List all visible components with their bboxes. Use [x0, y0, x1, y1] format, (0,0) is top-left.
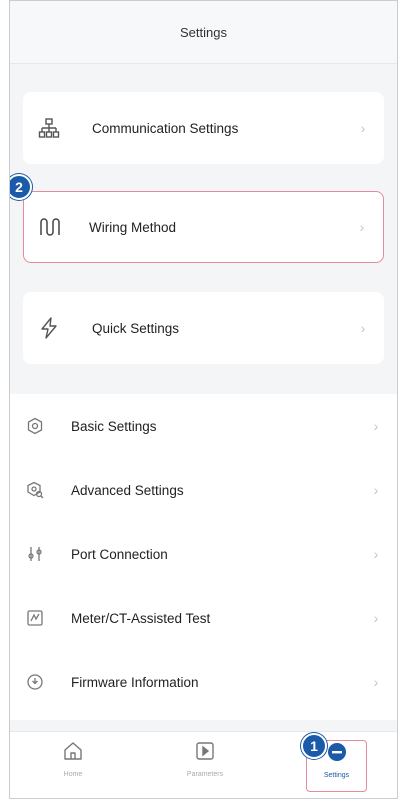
firmware-icon [22, 673, 48, 691]
top-bar: Settings [10, 1, 397, 64]
communication-settings-label: Communication Settings [92, 120, 239, 136]
firmware-information-item[interactable]: Firmware Information › [10, 650, 397, 714]
meter-ct-assisted-test-item[interactable]: Meter/CT-Assisted Test › [10, 586, 397, 650]
tab-parameters-label: Parameters [186, 771, 224, 778]
chevron-right-icon: › [359, 219, 365, 235]
wiring-icon [39, 216, 79, 238]
quick-settings-label: Quick Settings [92, 320, 180, 336]
advanced-settings-icon [22, 481, 48, 499]
wiring-method-label: Wiring Method [89, 219, 177, 235]
communication-settings-item[interactable]: Communication Settings › [23, 92, 384, 164]
tab-parameters[interactable]: Parameters [170, 740, 240, 792]
chevron-right-icon: › [373, 418, 379, 434]
meter-ct-assisted-test-label: Meter/CT-Assisted Test [71, 610, 211, 626]
port-connection-label: Port Connection [71, 546, 168, 562]
basic-settings-label: Basic Settings [71, 418, 157, 434]
page-title: Settings [180, 24, 227, 40]
tab-settings-label: Settings [323, 772, 350, 779]
advanced-settings-label: Advanced Settings [71, 482, 184, 498]
chevron-right-icon: › [360, 120, 366, 136]
settings-list: Basic Settings › Advanced Settings › Por… [10, 394, 397, 720]
bottom-tab-bar: Home Parameters Settings [10, 731, 397, 798]
chevron-right-icon: › [360, 320, 366, 336]
parameters-icon [194, 742, 216, 766]
wiring-method-item[interactable]: Wiring Method › [23, 191, 384, 263]
meter-icon [22, 609, 48, 627]
quick-settings-item[interactable]: Quick Settings › [23, 292, 384, 364]
home-icon [62, 742, 84, 766]
basic-settings-item[interactable]: Basic Settings › [10, 394, 397, 458]
port-connection-item[interactable]: Port Connection › [10, 522, 397, 586]
firmware-information-label: Firmware Information [71, 674, 199, 690]
phone-screen: Settings Communication Settings › Wiring… [9, 0, 398, 799]
chevron-right-icon: › [373, 674, 379, 690]
chevron-right-icon: › [373, 482, 379, 498]
tab-home-label: Home [63, 771, 83, 778]
network-icon [38, 117, 78, 139]
basic-settings-icon [22, 417, 48, 435]
port-icon [22, 545, 48, 563]
chevron-right-icon: › [373, 610, 379, 626]
settings-icon [326, 743, 348, 767]
tab-home[interactable]: Home [38, 740, 108, 792]
advanced-settings-item[interactable]: Advanced Settings › [10, 458, 397, 522]
chevron-right-icon: › [373, 546, 379, 562]
lightning-icon [38, 317, 78, 339]
step-marker-1: 1 [301, 733, 327, 759]
